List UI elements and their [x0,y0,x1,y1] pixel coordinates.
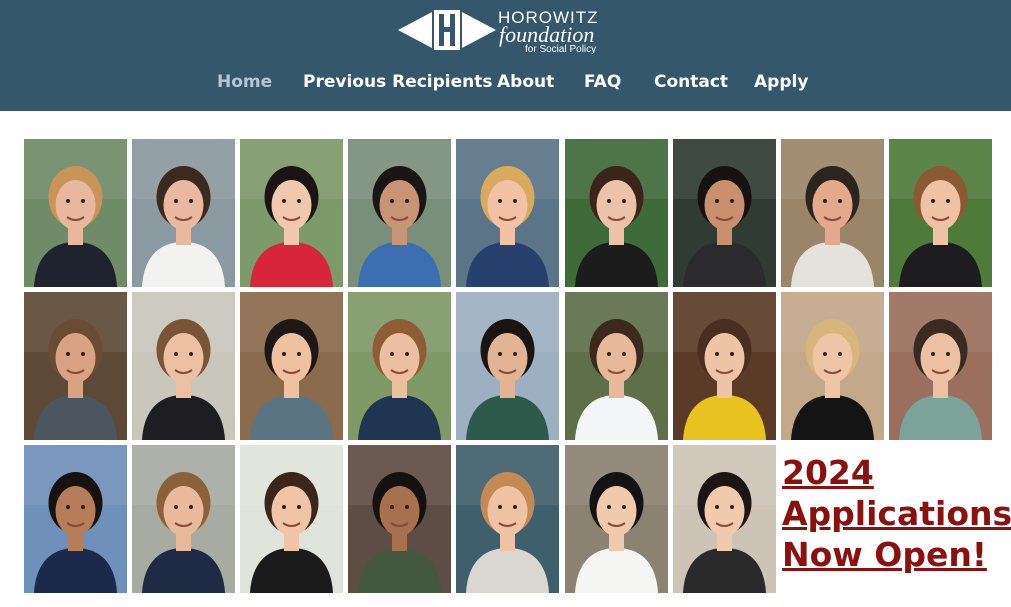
recipient-photo[interactable] [456,139,559,287]
recipient-photo[interactable] [348,292,451,440]
recipient-photo[interactable] [240,292,343,440]
recipient-photo[interactable] [673,139,776,287]
recipient-photo[interactable] [456,445,559,593]
nav-apply[interactable]: Apply [754,72,808,92]
recipient-photo[interactable] [781,139,884,287]
nav-contact[interactable]: Contact [654,72,728,92]
logo-tagline: for Social Policy [525,44,597,55]
recipient-photo[interactable] [24,139,127,287]
main-nav: Home Previous Recipients About FAQ Conta… [0,72,1011,94]
recipient-photo[interactable] [781,292,884,440]
applications-open-link[interactable]: 2024 Applications Now Open! [782,452,1011,575]
nav-about[interactable]: About [497,72,554,92]
recipient-photo[interactable] [132,292,235,440]
recipient-photo[interactable] [132,445,235,593]
recipient-photo[interactable] [240,445,343,593]
site-logo[interactable]: HOROWITZ foundation for Social Policy [398,6,608,56]
recipient-photo[interactable] [24,292,127,440]
recipient-photo[interactable] [348,445,451,593]
recipient-photo[interactable] [132,139,235,287]
site-header: HOROWITZ foundation for Social Policy Ho… [0,0,1011,111]
recipient-photo[interactable] [673,292,776,440]
recipient-photo[interactable] [456,292,559,440]
recipient-photo[interactable] [565,139,668,287]
cta-now-open: Now Open! [782,535,987,574]
recipient-photo[interactable] [673,445,776,593]
cta-year: 2024 [782,453,874,492]
recipient-photo[interactable] [565,445,668,593]
recipient-photo[interactable] [24,445,127,593]
cta-applications: Applications [782,494,1011,533]
recipient-photo[interactable] [889,139,992,287]
nav-home[interactable]: Home [217,72,272,92]
recipient-photo[interactable] [889,292,992,440]
nav-previous-recipients[interactable]: Previous Recipients [303,72,493,92]
recipient-photo[interactable] [348,139,451,287]
horowitz-h-logo-icon [398,10,496,55]
nav-faq[interactable]: FAQ [584,72,621,92]
recipient-photo[interactable] [565,292,668,440]
recipient-photo[interactable] [240,139,343,287]
